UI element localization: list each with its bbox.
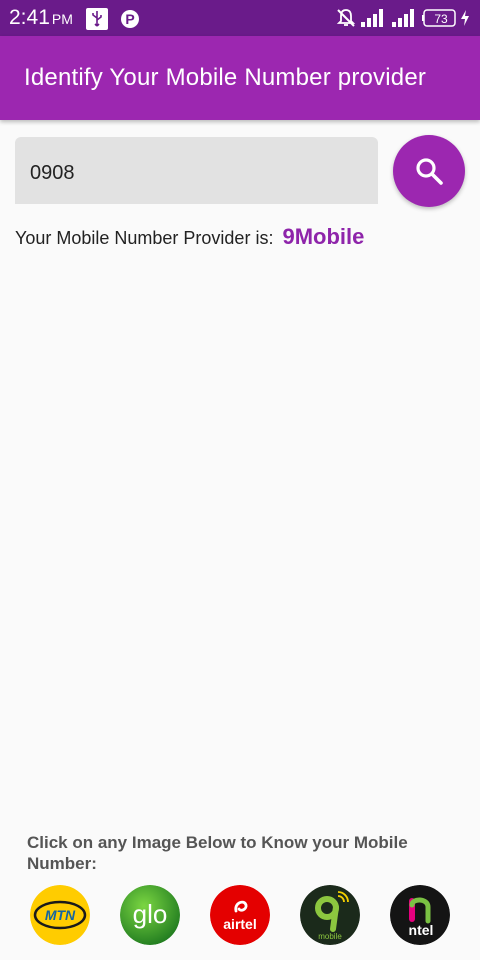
search-button[interactable]	[393, 135, 465, 207]
9mobile-logo-text: mobile	[318, 932, 342, 941]
svg-text:P: P	[125, 11, 134, 27]
app-title: Identify Your Mobile Number provider	[24, 64, 427, 91]
glo-logo-text: glo	[133, 899, 168, 929]
status-time: 2:41	[9, 6, 50, 29]
glo-logo[interactable]: glo	[120, 885, 180, 945]
battery-level: 73	[434, 12, 448, 26]
airtel-logo-text: airtel	[223, 916, 256, 932]
provider-result: Your Mobile Number Provider is: 9Mobile	[15, 224, 364, 250]
phone-number-input[interactable]	[15, 137, 378, 204]
parking-app-icon: P	[120, 8, 140, 35]
battery-icon: 73	[422, 9, 458, 32]
notifications-off-icon	[336, 8, 356, 33]
ntel-logo[interactable]: ntel	[390, 885, 450, 945]
search-icon	[414, 156, 444, 186]
provider-result-label: Your Mobile Number Provider is:	[15, 228, 274, 248]
status-bar: 2:41 PM P 73	[0, 0, 480, 36]
mtn-logo[interactable]: MTN	[30, 885, 90, 945]
provider-result-value: 9Mobile	[282, 224, 365, 249]
ntel-logo-text: ntel	[409, 922, 434, 938]
signal-icon	[391, 8, 417, 33]
9mobile-logo[interactable]: mobile	[300, 885, 360, 945]
footer-instruction: Click on any Image Below to Know your Mo…	[27, 833, 408, 873]
app-bar: Identify Your Mobile Number provider	[0, 36, 480, 120]
status-ampm: PM	[51, 11, 73, 27]
signal-icon	[360, 8, 386, 33]
charging-icon	[460, 10, 470, 31]
status-clock: 2:41 PM	[9, 6, 73, 30]
airtel-logo[interactable]: airtel	[210, 885, 270, 945]
mtn-logo-text: MTN	[45, 907, 76, 923]
usb-icon	[86, 8, 108, 35]
